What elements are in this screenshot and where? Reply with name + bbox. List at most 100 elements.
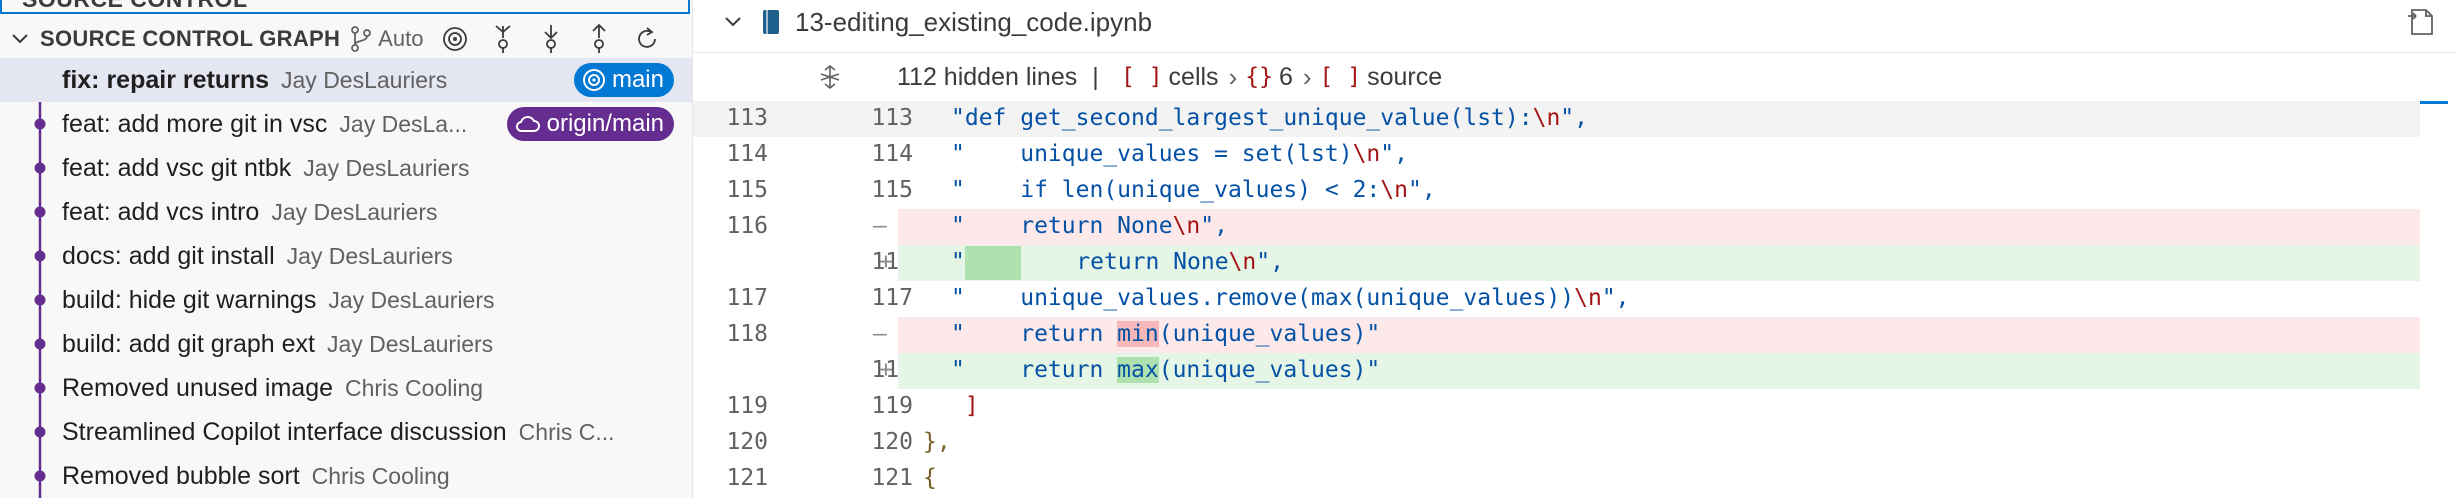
- code-escape: \n: [1228, 249, 1257, 275]
- diff-line-inserted: 116 + " return None\n",: [693, 245, 2420, 281]
- code-text: },: [923, 429, 951, 455]
- old-line-number: 118: [726, 321, 768, 347]
- diff-line: 115 115 " if len(unique_values) < 2:\n",: [693, 173, 2420, 209]
- old-line-number: 121: [726, 465, 768, 491]
- code-tail: ",: [1200, 213, 1228, 239]
- hidden-lines-indicator[interactable]: 112 hidden lines |: [897, 63, 1099, 92]
- old-line-number: 119: [726, 393, 768, 419]
- code-escape: \n: [1574, 285, 1602, 311]
- refresh-icon: [638, 27, 657, 48]
- chevron-right-icon: ›: [1302, 61, 1312, 92]
- code-text: {: [923, 465, 937, 491]
- vertical-scrollbar[interactable]: [2420, 101, 2456, 498]
- source-control-section-title: SOURCE CONTROL: [22, 0, 248, 12]
- code-tail: ",: [1407, 177, 1436, 203]
- commit-message: Removed bubble sort: [62, 461, 300, 490]
- code-text-continued: return None: [1020, 249, 1229, 275]
- source-control-section-header[interactable]: SOURCE CONTROL: [0, 0, 690, 14]
- code-text: ": [951, 249, 965, 275]
- chevron-right-icon: ›: [1228, 61, 1238, 92]
- commit-row[interactable]: feat: add more git in vsc Jay DesLa... or…: [0, 102, 692, 146]
- breadcrumb-source[interactable]: source: [1367, 63, 1442, 92]
- commit-row[interactable]: Removed unused image Chris Cooling: [0, 366, 692, 410]
- diff-file-header[interactable]: 13-editing_existing_code.ipynb: [693, 0, 2456, 44]
- commit-row[interactable]: build: add git graph ext Jay DesLauriers: [0, 322, 692, 366]
- inserted-token: max: [1117, 357, 1159, 383]
- commit-row[interactable]: feat: add vcs intro Jay DesLauriers: [0, 190, 692, 234]
- scrollbar-position-marker: [2420, 101, 2448, 104]
- branch-selector[interactable]: Auto: [350, 26, 423, 52]
- code-tail: (unique_values)": [1158, 357, 1381, 383]
- object-icon: {}: [1245, 64, 1273, 90]
- code-escape: \n: [1380, 177, 1408, 203]
- commit-row[interactable]: feat: add vsc git ntbk Jay DesLauriers: [0, 146, 692, 190]
- pull-button[interactable]: [527, 20, 575, 58]
- commit-author: Jay DesLauriers: [303, 154, 470, 181]
- commit-row[interactable]: Removed bubble sort Chris Cooling: [0, 454, 692, 498]
- commit-message: feat: add more git in vsc: [62, 109, 328, 138]
- new-line-number: 117: [871, 285, 913, 311]
- code-escape: \n: [1172, 213, 1201, 239]
- new-line-number: 121: [871, 465, 913, 491]
- diff-line: 114 114 " unique_values = set(lst)\n",: [693, 137, 2420, 173]
- code-text: " return None: [951, 213, 1173, 239]
- code-text: "def get_second_largest_unique_value(lst…: [951, 105, 1533, 131]
- go-to-current-history-item-button[interactable]: [431, 20, 479, 58]
- diff-breadcrumb-bar: 112 hidden lines | [ ] cells › {} 6 › [ …: [693, 52, 2456, 102]
- old-line-number: 114: [726, 141, 768, 167]
- file-name: 13-editing_existing_code.ipynb: [795, 6, 1153, 37]
- old-line-number: 115: [726, 177, 768, 203]
- commit-message: Removed unused image: [62, 373, 333, 402]
- target-icon: [582, 69, 605, 91]
- commit-author: Jay DesLauriers: [271, 198, 438, 225]
- unfold-icon[interactable]: [817, 64, 843, 95]
- old-line-number: 113: [726, 105, 768, 131]
- chevron-down-icon[interactable]: [0, 33, 40, 45]
- commit-message-row: fix: repair returns Jay DesLauriers: [62, 66, 447, 95]
- code-tail: (unique_values)": [1158, 321, 1381, 347]
- code-escape: \n: [1352, 141, 1381, 167]
- remote-branch-badge-label: origin/main: [546, 110, 664, 137]
- refresh-button[interactable]: [623, 20, 671, 58]
- breadcrumb-cell-index[interactable]: 6: [1279, 63, 1293, 92]
- fetch-icon: [495, 25, 512, 53]
- commit-author: Jay DesLa...: [339, 110, 468, 137]
- commit-row[interactable]: Streamlined Copilot interface discussion…: [0, 410, 692, 454]
- commit-row[interactable]: docs: add git install Jay DesLauriers: [0, 234, 692, 278]
- branch-badge-label: main: [611, 66, 664, 93]
- commit-row[interactable]: build: hide git warnings Jay DesLauriers: [0, 278, 692, 322]
- old-line-number: 120: [726, 429, 768, 455]
- diff-line-inserted: 118 + " return max(unique_values)": [693, 353, 2420, 389]
- code-tail: ",: [1560, 105, 1588, 131]
- open-file-icon[interactable]: [2406, 6, 2438, 43]
- diff-content[interactable]: 113 113 "def get_second_largest_unique_v…: [693, 101, 2420, 498]
- commit-row[interactable]: fix: repair returns Jay DesLauriers main: [0, 58, 692, 102]
- code-text: " if len(unique_values) < 2:: [951, 177, 1381, 203]
- push-icon: [592, 24, 607, 53]
- diff-line: 119 119 ]: [693, 389, 2420, 425]
- new-line-number: 114: [871, 141, 913, 167]
- breadcrumb-divider: |: [1092, 62, 1099, 91]
- breadcrumb-cells[interactable]: cells: [1169, 63, 1219, 92]
- commit-author: Chris C...: [518, 418, 615, 445]
- source-control-panel: SOURCE CONTROL SOURCE CONTROL GRAPH Auto: [0, 0, 693, 498]
- source-control-graph-header[interactable]: SOURCE CONTROL GRAPH Auto: [0, 20, 692, 58]
- diff-editor: 13-editing_existing_code.ipynb 112 hidde…: [693, 0, 2456, 498]
- code-escape: \n: [1532, 105, 1561, 131]
- code-text: " unique_values.remove(max(unique_values…: [951, 285, 1575, 311]
- deleted-token: min: [1117, 321, 1159, 347]
- code-text: " return: [951, 321, 1118, 347]
- fetch-button[interactable]: [479, 20, 527, 58]
- commit-message: build: hide git warnings: [62, 285, 317, 314]
- code-tail: ",: [1256, 249, 1284, 275]
- commit-author: Chris Cooling: [345, 374, 484, 401]
- push-button[interactable]: [575, 20, 623, 58]
- chevron-down-icon[interactable]: [711, 16, 755, 28]
- remote-branch-badge: origin/main: [506, 107, 674, 141]
- diff-line: 120 120 },: [693, 425, 2420, 461]
- new-line-number: 115: [871, 177, 913, 203]
- commit-message: docs: add git install: [62, 241, 275, 270]
- pull-icon: [544, 25, 559, 53]
- diff-line-deleted: 116 — " return None\n",: [693, 209, 2420, 245]
- code-tail: ",: [1601, 285, 1630, 311]
